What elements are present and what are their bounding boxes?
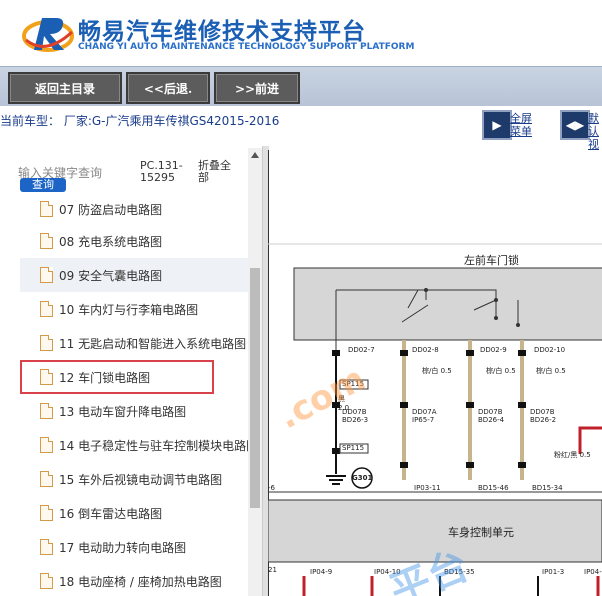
search-button[interactable]: 查询 bbox=[20, 178, 66, 192]
back-button[interactable]: <<后退. bbox=[126, 72, 210, 104]
lower-connector-label: IP04-9 bbox=[310, 568, 333, 576]
home-button[interactable]: 返回主目录 bbox=[8, 72, 122, 104]
list-item[interactable]: 17 电动助力转向电路图 bbox=[20, 530, 248, 564]
document-icon bbox=[40, 301, 53, 317]
document-icon bbox=[40, 335, 53, 351]
document-icon bbox=[40, 201, 53, 217]
sidebar-scrollbar[interactable] bbox=[248, 148, 262, 596]
document-icon bbox=[40, 573, 53, 589]
scroll-thumb[interactable] bbox=[250, 268, 260, 508]
bottom-connector-label: BD15-34 bbox=[532, 484, 563, 492]
app-subtitle: CHANG YI AUTO MAINTENANCE TECHNOLOGY SUP… bbox=[78, 42, 415, 52]
connector-label: DD02-7 bbox=[348, 346, 375, 354]
catalog-sidebar: 输入关键字查询 查询 PC.131-15295 折叠全部 07 防盗启动电路图 … bbox=[0, 146, 262, 596]
vehicle-info-bar: 当前车型： 厂家:G-广汽乘用车传祺GS42015-2016 ▶ 全屏菜单 ◀▶… bbox=[0, 106, 602, 164]
connector-label: DD02-8 bbox=[412, 346, 439, 354]
mid-connector-label: DD07A IP65-7 bbox=[412, 408, 437, 424]
mid-connector-label: DD07B BD26-2 bbox=[530, 408, 557, 424]
scroll-up-icon[interactable] bbox=[251, 152, 259, 158]
forward-button[interactable]: >>前进 bbox=[214, 72, 300, 104]
connector-label: DD02-10 bbox=[534, 346, 566, 354]
list-item[interactable]: 13 电动车窗升降电路图 bbox=[20, 394, 248, 428]
list-item[interactable]: 07 防盗启动电路图 bbox=[20, 196, 248, 226]
edge-mark: 21 bbox=[268, 566, 277, 574]
connector-label: DD02-9 bbox=[480, 346, 507, 354]
collapse-all-link[interactable]: 折叠全部 bbox=[198, 160, 240, 184]
circuit-list: 07 防盗启动电路图 08 充电系统电路图 09 安全气囊电路图 10 车内灯与… bbox=[0, 196, 248, 596]
list-item[interactable]: 14 电子稳定性与驻车控制模块电路图 bbox=[20, 428, 248, 462]
list-item[interactable]: 16 倒车雷达电路图 bbox=[20, 496, 248, 530]
diagram-title-bcm: 车身控制单元 bbox=[448, 526, 514, 539]
list-item[interactable]: 18 电动座椅 / 座椅加热电路图 bbox=[20, 564, 248, 596]
list-item[interactable]: 08 充电系统电路图 bbox=[20, 224, 248, 258]
mid-connector-label: DD07B BD26-4 bbox=[478, 408, 505, 424]
list-item[interactable]: 15 车外后视镜电动调节电路图 bbox=[20, 462, 248, 496]
bottom-connector-label: BD15-46 bbox=[478, 484, 509, 492]
default-view-icon[interactable]: ◀▶ bbox=[560, 110, 590, 140]
fullscreen-icon[interactable]: ▶ bbox=[482, 110, 512, 140]
wire-color-label: 棕/白 0.5 bbox=[422, 367, 452, 375]
document-icon bbox=[40, 471, 53, 487]
current-vehicle-label: 当前车型： 厂家:G-广汽乘用车传祺GS42015-2016 bbox=[0, 114, 280, 128]
lower-connector-label: IP01-3 bbox=[542, 568, 565, 576]
app-header: 畅易汽车维修技术支持平台 CHANG YI AUTO MAINTENANCE T… bbox=[0, 0, 602, 66]
main-toolbar: 返回主目录 <<后退. >>前进 bbox=[0, 66, 602, 107]
document-icon bbox=[40, 539, 53, 555]
edge-mark: -6 bbox=[268, 484, 275, 492]
ground-label: G301 bbox=[352, 474, 373, 482]
list-item[interactable]: 11 无匙启动和智能进入系统电路图 bbox=[20, 326, 248, 360]
splice-label: SP115 bbox=[342, 444, 365, 452]
document-icon bbox=[40, 437, 53, 453]
lower-connector-label: IP04- bbox=[584, 568, 602, 576]
wire-color-label: 棕/白 0.5 bbox=[536, 367, 566, 375]
app-title: 畅易汽车维修技术支持平台 bbox=[78, 19, 366, 45]
document-icon bbox=[40, 267, 53, 283]
wire-color-label: 棕/白 0.5 bbox=[486, 367, 516, 375]
wiring-diagram: 左前车门锁 DD02-7 DD02-8 DD02-9 DD02-10 黑 2.0… bbox=[268, 150, 602, 596]
list-item[interactable]: 10 车内灯与行李箱电路图 bbox=[20, 292, 248, 326]
brand-logo-icon bbox=[22, 18, 74, 52]
wire-color-label: 粉红/黑 0.5 bbox=[554, 451, 591, 459]
diagram-title-door-lock: 左前车门锁 bbox=[464, 254, 519, 267]
document-icon bbox=[40, 403, 53, 419]
document-icon bbox=[40, 505, 53, 521]
list-item[interactable]: 09 安全气囊电路图 bbox=[20, 258, 248, 292]
fullscreen-link[interactable]: 全屏菜单 bbox=[510, 112, 540, 138]
pc-number: PC.131-15295 bbox=[140, 159, 183, 184]
document-icon bbox=[40, 233, 53, 249]
selection-highlight bbox=[20, 360, 214, 394]
bottom-connector-label: IP03-11 bbox=[414, 484, 441, 492]
mid-connector-label: DD07B BD26-3 bbox=[342, 408, 369, 424]
